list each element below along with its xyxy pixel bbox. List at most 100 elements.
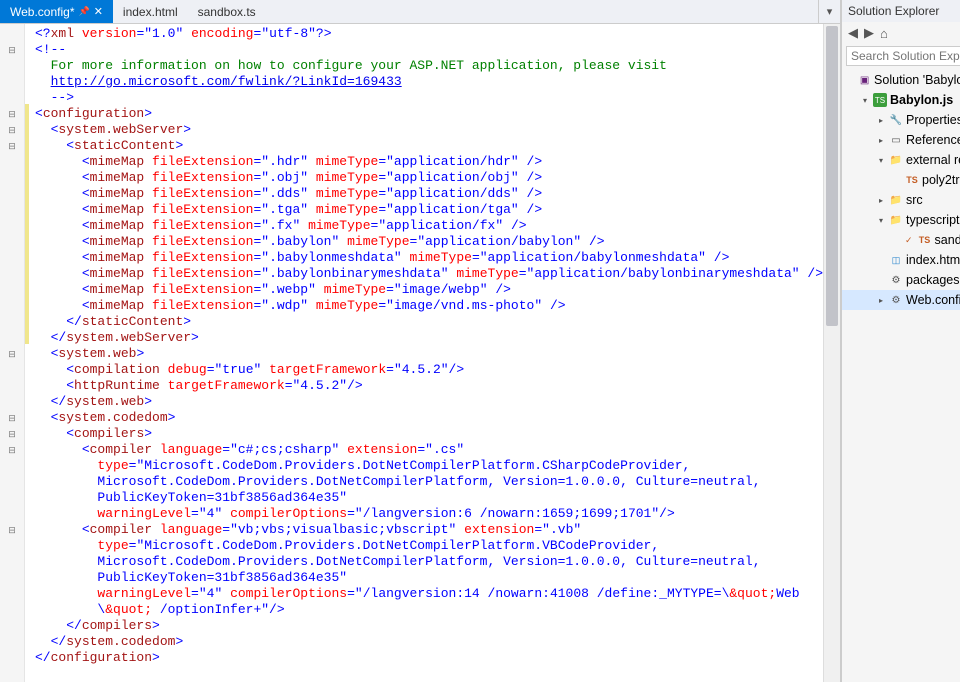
fold-toggle[interactable]: ⊟	[0, 522, 24, 538]
code-line[interactable]: </system.codedom>	[35, 634, 823, 650]
code-line[interactable]: <httpRuntime targetFramework="4.5.2"/>	[35, 378, 823, 394]
code-line[interactable]: <mimeMap fileExtension=".obj" mimeType="…	[35, 170, 823, 186]
code-line[interactable]: <compiler language="c#;cs;csharp" extens…	[35, 442, 823, 458]
tree-item[interactable]: ▾TSBabylon.js	[842, 90, 960, 110]
code-line[interactable]: Microsoft.CodeDom.Providers.DotNetCompil…	[35, 474, 823, 490]
fold-toggle[interactable]: ⊟	[0, 442, 24, 458]
expand-caret-icon[interactable]: ▾	[876, 216, 886, 225]
code-line[interactable]: \&quot; /optionInfer+"/>	[35, 602, 823, 618]
fold-toggle[interactable]: ⊟	[0, 346, 24, 362]
code-line[interactable]: <mimeMap fileExtension=".webp" mimeType=…	[35, 282, 823, 298]
fold-toggle	[0, 282, 24, 298]
fold-toggle	[0, 634, 24, 650]
code-line[interactable]: PublicKeyToken=31bf3856ad364e35"	[35, 490, 823, 506]
code-line[interactable]: <system.web>	[35, 346, 823, 362]
code-line[interactable]: <mimeMap fileExtension=".babylon" mimeTy…	[35, 234, 823, 250]
code-line[interactable]: <configuration>	[35, 106, 823, 122]
ic-wrench-icon: 🔧	[889, 113, 903, 127]
code-line[interactable]: </system.web>	[35, 394, 823, 410]
tree-item[interactable]: ▸🔧Properties	[842, 110, 960, 130]
code-line[interactable]: <mimeMap fileExtension=".tga" mimeType="…	[35, 202, 823, 218]
fold-toggle	[0, 170, 24, 186]
code-line[interactable]: type="Microsoft.CodeDom.Providers.DotNet…	[35, 458, 823, 474]
code-line[interactable]: -->	[35, 90, 823, 106]
back-icon[interactable]: ◀	[848, 25, 858, 41]
code-line[interactable]: </staticContent>	[35, 314, 823, 330]
pin-icon[interactable]: 📌	[78, 6, 89, 17]
code-line[interactable]: <mimeMap fileExtension=".wdp" mimeType="…	[35, 298, 823, 314]
code-line[interactable]: </compilers>	[35, 618, 823, 634]
code-line[interactable]: <compiler language="vb;vbs;visualbasic;v…	[35, 522, 823, 538]
code-line[interactable]: </configuration>	[35, 650, 823, 666]
fold-gutter[interactable]: ⊟⊟⊟⊟⊟⊟⊟⊟⊟	[0, 24, 25, 682]
tree-item[interactable]: ▾📁external references	[842, 150, 960, 170]
forward-icon[interactable]: ▶	[864, 25, 874, 41]
ic-folder-icon: 📁	[889, 193, 903, 207]
code-line[interactable]: warningLevel="4" compilerOptions="/langv…	[35, 586, 823, 602]
code-line[interactable]: <system.webServer>	[35, 122, 823, 138]
scrollbar-thumb[interactable]	[826, 26, 838, 326]
editor-tab[interactable]: index.html	[113, 0, 188, 23]
expand-caret-icon[interactable]: ▾	[860, 96, 870, 105]
home-icon[interactable]: ⌂	[880, 26, 888, 41]
tree-item[interactable]: ▸▭References	[842, 130, 960, 150]
tree-item[interactable]: TSpoly2tri.d.ts	[842, 170, 960, 190]
code-line[interactable]: <mimeMap fileExtension=".babylonmeshdata…	[35, 250, 823, 266]
fold-toggle[interactable]: ⊟	[0, 138, 24, 154]
ic-html-icon: ◫	[889, 253, 903, 267]
tab-overflow-icon[interactable]: ▾	[818, 0, 840, 23]
ic-sol-icon: ▣	[858, 73, 871, 87]
code-line[interactable]: http://go.microsoft.com/fwlink/?LinkId=1…	[35, 74, 823, 90]
fold-toggle[interactable]: ⊟	[0, 42, 24, 58]
code-line[interactable]: <staticContent>	[35, 138, 823, 154]
editor-tab[interactable]: Web.config*📌✕	[0, 0, 113, 23]
code-line[interactable]: <mimeMap fileExtension=".fx" mimeType="a…	[35, 218, 823, 234]
editor-tab[interactable]: sandbox.ts	[188, 0, 266, 23]
fold-toggle[interactable]: ⊟	[0, 106, 24, 122]
expand-caret-icon[interactable]: ▸	[876, 296, 886, 305]
fold-toggle[interactable]: ⊟	[0, 122, 24, 138]
code-editor[interactable]: <?xml version="1.0" encoding="utf-8"?><!…	[29, 24, 823, 682]
code-line[interactable]: For more information on how to configure…	[35, 58, 823, 74]
tree-item[interactable]: ▾📁typescript	[842, 210, 960, 230]
code-line[interactable]: <mimeMap fileExtension=".babylonbinaryme…	[35, 266, 823, 282]
tree-item[interactable]: ⚙packages.config	[842, 270, 960, 290]
fold-toggle	[0, 74, 24, 90]
expand-caret-icon[interactable]: ▸	[876, 116, 886, 125]
code-line[interactable]: <mimeMap fileExtension=".dds" mimeType="…	[35, 186, 823, 202]
fold-toggle[interactable]: ⊟	[0, 410, 24, 426]
expand-caret-icon[interactable]: ▸	[876, 196, 886, 205]
ic-cfg-icon: ⚙	[889, 293, 903, 307]
code-line[interactable]: <system.codedom>	[35, 410, 823, 426]
code-line[interactable]: </system.webServer>	[35, 330, 823, 346]
code-line[interactable]: PublicKeyToken=31bf3856ad364e35"	[35, 570, 823, 586]
expand-caret-icon[interactable]: ▸	[876, 136, 886, 145]
tree-item-label: References	[906, 133, 960, 147]
tree-item[interactable]: ◫index.html	[842, 250, 960, 270]
search-input[interactable]	[846, 46, 960, 66]
tree-item[interactable]: ▸⚙Web.config	[842, 290, 960, 310]
code-line[interactable]: <compilers>	[35, 426, 823, 442]
code-line[interactable]: <compilation debug="true" targetFramewor…	[35, 362, 823, 378]
fold-toggle	[0, 58, 24, 74]
solution-tree[interactable]: ▣Solution 'Babylon.js' (1 proje▾TSBabylo…	[842, 68, 960, 682]
code-line[interactable]: warningLevel="4" compilerOptions="/langv…	[35, 506, 823, 522]
fold-toggle[interactable]: ⊟	[0, 426, 24, 442]
fold-toggle	[0, 378, 24, 394]
fold-toggle	[0, 298, 24, 314]
tree-item[interactable]: ✓TSsandbox.ts	[842, 230, 960, 250]
code-line[interactable]: <!--	[35, 42, 823, 58]
tree-item-label: Properties	[906, 113, 960, 127]
tree-item[interactable]: ▸📁src	[842, 190, 960, 210]
tree-item[interactable]: ▣Solution 'Babylon.js' (1 proje	[842, 70, 960, 90]
vertical-scrollbar[interactable]	[823, 24, 840, 682]
code-line[interactable]: type="Microsoft.CodeDom.Providers.DotNet…	[35, 538, 823, 554]
code-line[interactable]: Microsoft.CodeDom.Providers.DotNetCompil…	[35, 554, 823, 570]
fold-toggle	[0, 186, 24, 202]
code-line[interactable]: <mimeMap fileExtension=".hdr" mimeType="…	[35, 154, 823, 170]
tab-label: index.html	[123, 5, 178, 19]
code-line[interactable]: <?xml version="1.0" encoding="utf-8"?>	[35, 26, 823, 42]
close-icon[interactable]: ✕	[94, 5, 103, 18]
tree-item-label: src	[906, 193, 923, 207]
expand-caret-icon[interactable]: ▾	[876, 156, 886, 165]
